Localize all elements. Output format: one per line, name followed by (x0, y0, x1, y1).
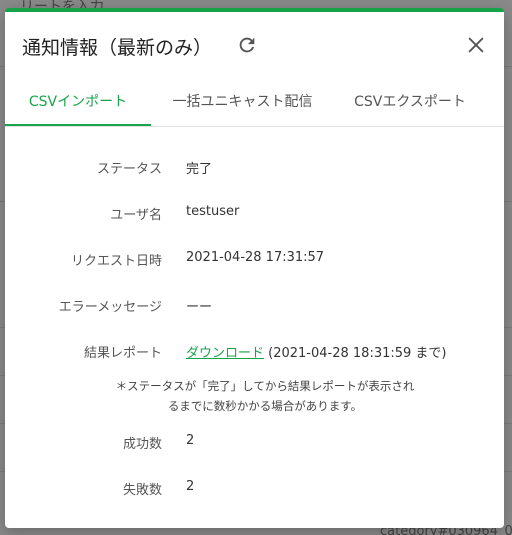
error-value: ーー (186, 300, 213, 315)
success-label: 成功数 (122, 437, 162, 452)
user-value: testuser (186, 204, 240, 219)
detail-row-error: エラーメッセージ ーー (5, 296, 504, 316)
report-value: ダウンロード (2021-04-28 18:31:59 まで) (186, 342, 447, 361)
dialog-header: 通知情報（最新のみ） (5, 12, 504, 78)
requested-label: リクエスト日時 (70, 254, 162, 269)
active-tab-indicator (5, 124, 151, 126)
success-value: 2 (186, 433, 195, 448)
tab-bulk-unicast[interactable]: 一括ユニキャスト配信 (165, 78, 320, 126)
tab-csv-import[interactable]: CSVインポート (5, 78, 151, 126)
download-report-link[interactable]: ダウンロード (186, 346, 264, 361)
failure-label: 失敗数 (122, 483, 162, 498)
detail-row-success: 成功数 2 (5, 433, 504, 453)
note-line: るまでに数秒かかる場合があります。 (167, 399, 363, 413)
requested-value: 2021-04-28 17:31:57 (186, 250, 325, 265)
detail-row-requested: リクエスト日時 2021-04-28 17:31:57 (5, 250, 504, 270)
dialog-title: 通知情報（最新のみ） (22, 37, 213, 59)
detail-row-user: ユーザ名 testuser (5, 204, 504, 224)
report-label: 結果レポート (83, 346, 162, 361)
status-value: 完了 (186, 162, 213, 177)
detail-row-status: ステータス 完了 (5, 158, 504, 178)
tab-csv-export[interactable]: CSVエクスポート (335, 78, 485, 126)
detail-row-failure: 失敗数 2 (5, 479, 504, 499)
tab-bar: CSVインポート 一括ユニキャスト配信 CSVエクスポート (5, 78, 504, 127)
user-label: ユーザ名 (110, 208, 162, 223)
report-note: ＊ステータスが「完了」してから結果レポートが表示され るまでに数秒かかる場合があ… (95, 376, 435, 416)
note-line: ＊ステータスが「完了」してから結果レポートが表示され (115, 379, 415, 393)
failure-value: 2 (186, 479, 195, 494)
status-label: ステータス (96, 162, 162, 177)
detail-row-report: 結果レポート ダウンロード (2021-04-28 18:31:59 まで) (5, 342, 504, 362)
refresh-icon[interactable] (236, 34, 258, 56)
notification-dialog: 通知情報（最新のみ） CSVインポート 一括ユニキャスト配信 CSVエクスポート… (5, 8, 504, 528)
error-label: エラーメッセージ (58, 300, 162, 315)
report-expiry: (2021-04-28 18:31:59 まで) (268, 346, 447, 361)
close-icon[interactable] (465, 34, 487, 56)
